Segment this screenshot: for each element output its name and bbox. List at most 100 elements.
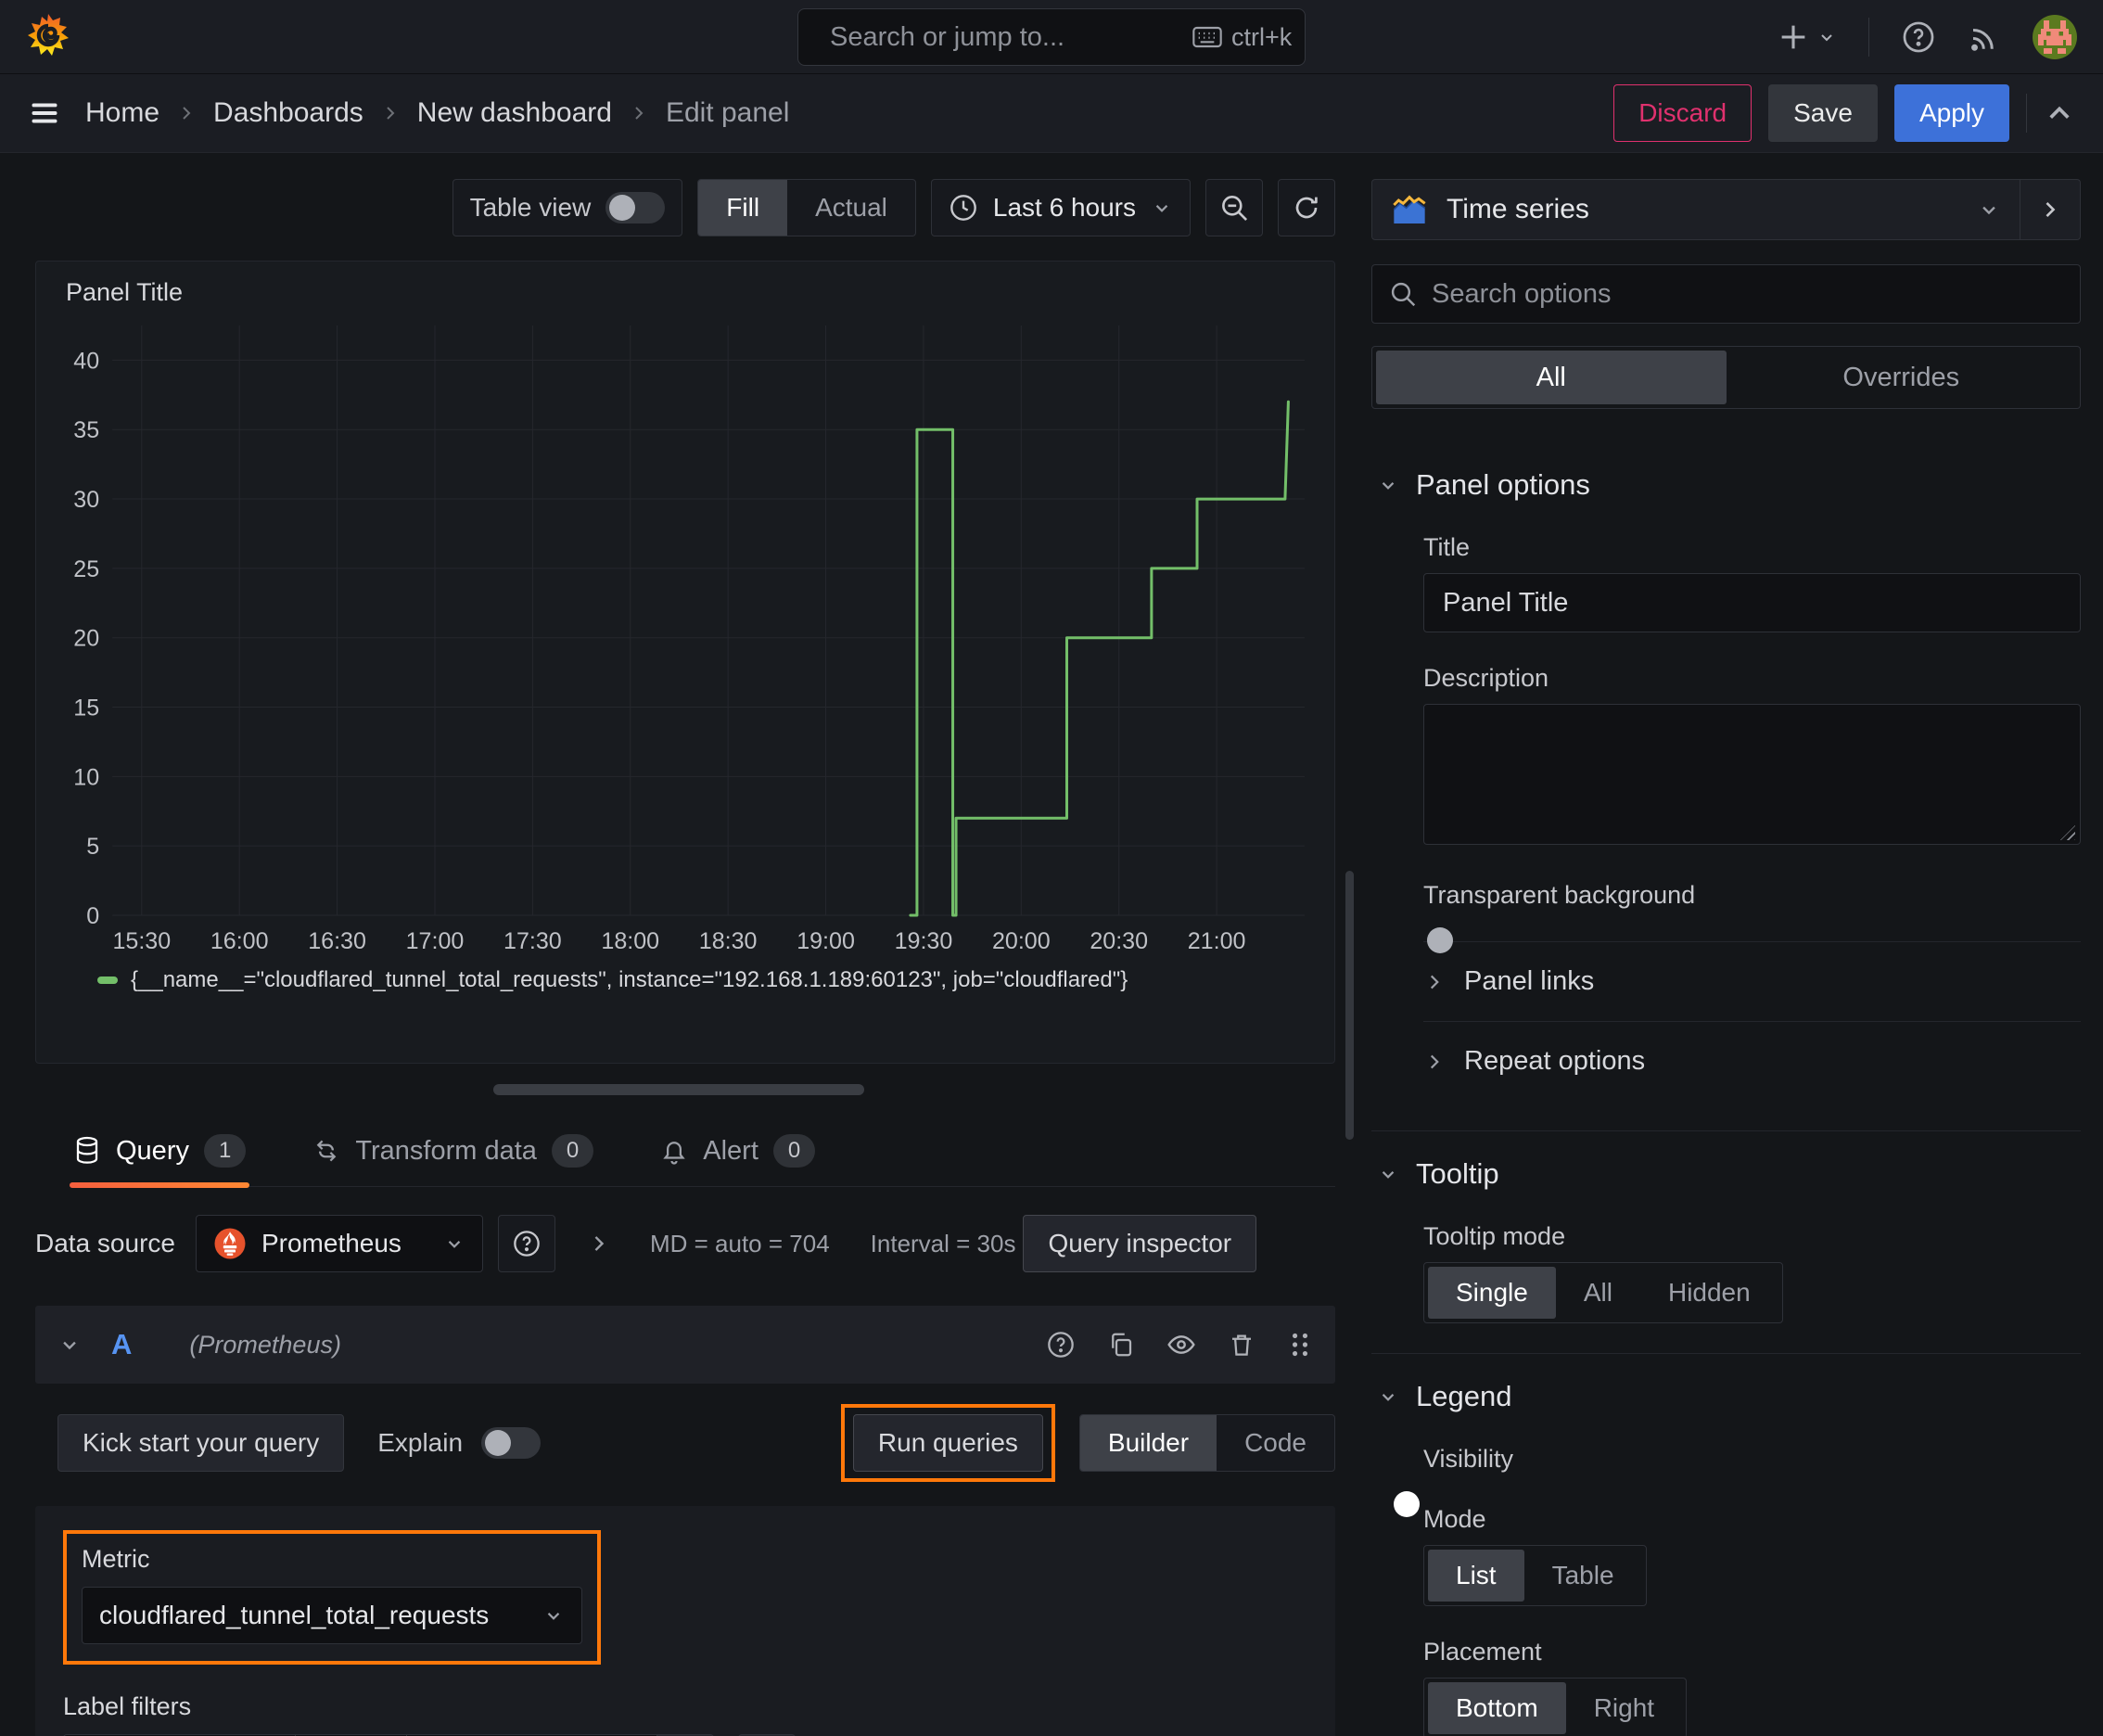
help-icon [1903, 21, 1934, 52]
legend-mode-group: List Table [1423, 1545, 1647, 1606]
legend-placement-bottom[interactable]: Bottom [1428, 1682, 1566, 1734]
open-viz-picker-button[interactable] [2020, 179, 2081, 240]
query-inspector-button[interactable]: Query inspector [1023, 1215, 1257, 1272]
visualization-select[interactable]: Time series [1371, 179, 2020, 240]
toggle-visibility-button[interactable] [1166, 1330, 1196, 1359]
svg-text:20: 20 [73, 626, 99, 652]
tab-query[interactable]: Query 1 [70, 1121, 250, 1188]
legend-mode-table[interactable]: Table [1524, 1550, 1642, 1602]
svg-text:15:30: 15:30 [112, 928, 171, 954]
table-view-toggle-group: Table view [452, 179, 683, 236]
datasource-select[interactable]: Prometheus [195, 1215, 483, 1272]
global-search[interactable]: ctrl+k [797, 8, 1306, 66]
metric-select[interactable]: cloudflared_tunnel_total_requests [82, 1587, 582, 1644]
new-menu-button[interactable] [1778, 21, 1837, 53]
panel-options-sidebar: Time series All Overrides Panel options [1357, 153, 2103, 1736]
tooltip-mode-all[interactable]: All [1556, 1267, 1640, 1319]
panel-links-section[interactable]: Panel links [1423, 941, 2081, 1021]
edit-panel-left-column: Table view Fill Actual Last 6 hours Pane… [0, 153, 1357, 1736]
grafana-logo[interactable] [26, 13, 70, 61]
menu-toggle-button[interactable] [28, 96, 61, 130]
delete-query-button[interactable] [1228, 1331, 1255, 1359]
query-row-header[interactable]: A (Prometheus) [35, 1306, 1335, 1384]
datasource-label: Data source [35, 1229, 175, 1257]
chevron-down-icon [448, 1241, 461, 1248]
chevron-down-icon [1382, 1171, 1395, 1179]
avatar[interactable] [2033, 14, 2077, 59]
breadcrumb-home[interactable]: Home [85, 97, 159, 129]
query-help-button[interactable] [1046, 1330, 1076, 1359]
chart-legend[interactable]: {__name__="cloudflared_tunnel_total_requ… [53, 960, 1318, 993]
tooltip-section: Tooltip Tooltip mode Single All Hidden [1371, 1130, 2081, 1323]
svg-text:16:30: 16:30 [308, 928, 366, 954]
duplicate-query-button[interactable] [1107, 1331, 1135, 1359]
news-button[interactable] [1968, 20, 2001, 54]
chevron-right-icon [1430, 1054, 1439, 1068]
legend-series-label: {__name__="cloudflared_tunnel_total_requ… [131, 967, 1128, 992]
expand-chevron-icon[interactable] [587, 1232, 611, 1256]
breadcrumb-dashboards[interactable]: Dashboards [213, 97, 363, 129]
chevron-down-icon [1155, 205, 1168, 212]
prometheus-icon [214, 1228, 246, 1259]
chevron-right-icon [629, 103, 649, 123]
search-input[interactable] [830, 21, 1179, 53]
table-view-toggle[interactable] [605, 192, 666, 223]
builder-option[interactable]: Builder [1079, 1415, 1217, 1471]
tooltip-mode-single[interactable]: Single [1428, 1267, 1556, 1319]
description-textarea[interactable] [1423, 704, 2081, 845]
discard-button[interactable]: Discard [1613, 84, 1752, 142]
repeat-options-section[interactable]: Repeat options [1423, 1021, 2081, 1101]
metric-value: cloudflared_tunnel_total_requests [99, 1601, 490, 1629]
transform-icon [317, 1140, 337, 1162]
svg-text:16:00: 16:00 [210, 928, 269, 954]
svg-text:15: 15 [73, 696, 99, 721]
keyboard-icon [1192, 26, 1222, 48]
tab-overrides[interactable]: Overrides [1727, 351, 2077, 404]
actual-option[interactable]: Actual [787, 180, 915, 236]
fill-option[interactable]: Fill [698, 180, 788, 236]
code-option[interactable]: Code [1217, 1415, 1334, 1471]
help-button[interactable] [1901, 19, 1936, 55]
plus-icon [1781, 25, 1805, 48]
legend-mode-list[interactable]: List [1428, 1550, 1524, 1602]
datasource-help-button[interactable] [497, 1215, 555, 1272]
tooltip-mode-hidden[interactable]: Hidden [1640, 1267, 1778, 1319]
hamburger-icon [32, 103, 57, 123]
query-count-badge: 1 [203, 1134, 247, 1168]
search-options-box[interactable] [1371, 264, 2081, 324]
refresh-button[interactable] [1278, 179, 1335, 236]
query-stats: MD = auto = 704 Interval = 30s [650, 1230, 1016, 1258]
time-range-label: Last 6 hours [992, 193, 1136, 222]
tab-all[interactable]: All [1376, 351, 1727, 404]
title-field-label: Title [1423, 533, 1471, 561]
legend-placement-right[interactable]: Right [1566, 1682, 1682, 1734]
panel-title-input[interactable] [1423, 573, 2081, 632]
save-button[interactable]: Save [1768, 84, 1878, 142]
tooltip-header[interactable]: Tooltip [1371, 1157, 2081, 1191]
kick-start-button[interactable]: Kick start your query [57, 1414, 345, 1472]
apply-button[interactable]: Apply [1893, 84, 2009, 142]
max-datapoints-stat: MD = auto = 704 [649, 1229, 830, 1257]
interval-stat: Interval = 30s [870, 1229, 1016, 1257]
tab-alert[interactable]: Alert 0 [656, 1121, 819, 1186]
drag-query-handle[interactable] [1287, 1331, 1313, 1359]
svg-text:18:00: 18:00 [601, 928, 659, 954]
time-series-chart[interactable]: 0 5 10 15 20 25 30 35 40 15:30 16:00 16:30 17:00 17:3… [53, 311, 1318, 960]
tab-transform-data[interactable]: Transform data 0 [309, 1121, 597, 1186]
search-options-input[interactable] [1432, 278, 2063, 310]
tooltip-mode-label: Tooltip mode [1423, 1222, 1566, 1250]
legend-header[interactable]: Legend [1371, 1380, 2081, 1413]
collapse-options-button[interactable] [2044, 97, 2075, 129]
time-range-picker[interactable]: Last 6 hours [930, 179, 1191, 236]
legend-placement-group: Bottom Right [1423, 1678, 1688, 1736]
explain-toggle[interactable] [481, 1427, 542, 1459]
breadcrumb-new-dashboard[interactable]: New dashboard [417, 97, 612, 129]
scrollbar-thumb[interactable] [1345, 871, 1354, 1140]
breadcrumb-bar: Home Dashboards New dashboard Edit panel… [0, 74, 2103, 153]
zoom-out-button[interactable] [1205, 179, 1263, 236]
bell-icon [663, 1142, 685, 1165]
panel-resize-handle[interactable] [493, 1084, 864, 1095]
metric-label: Metric [82, 1545, 150, 1573]
panel-options-header[interactable]: Panel options [1371, 468, 2081, 502]
run-queries-button[interactable]: Run queries [852, 1414, 1043, 1472]
